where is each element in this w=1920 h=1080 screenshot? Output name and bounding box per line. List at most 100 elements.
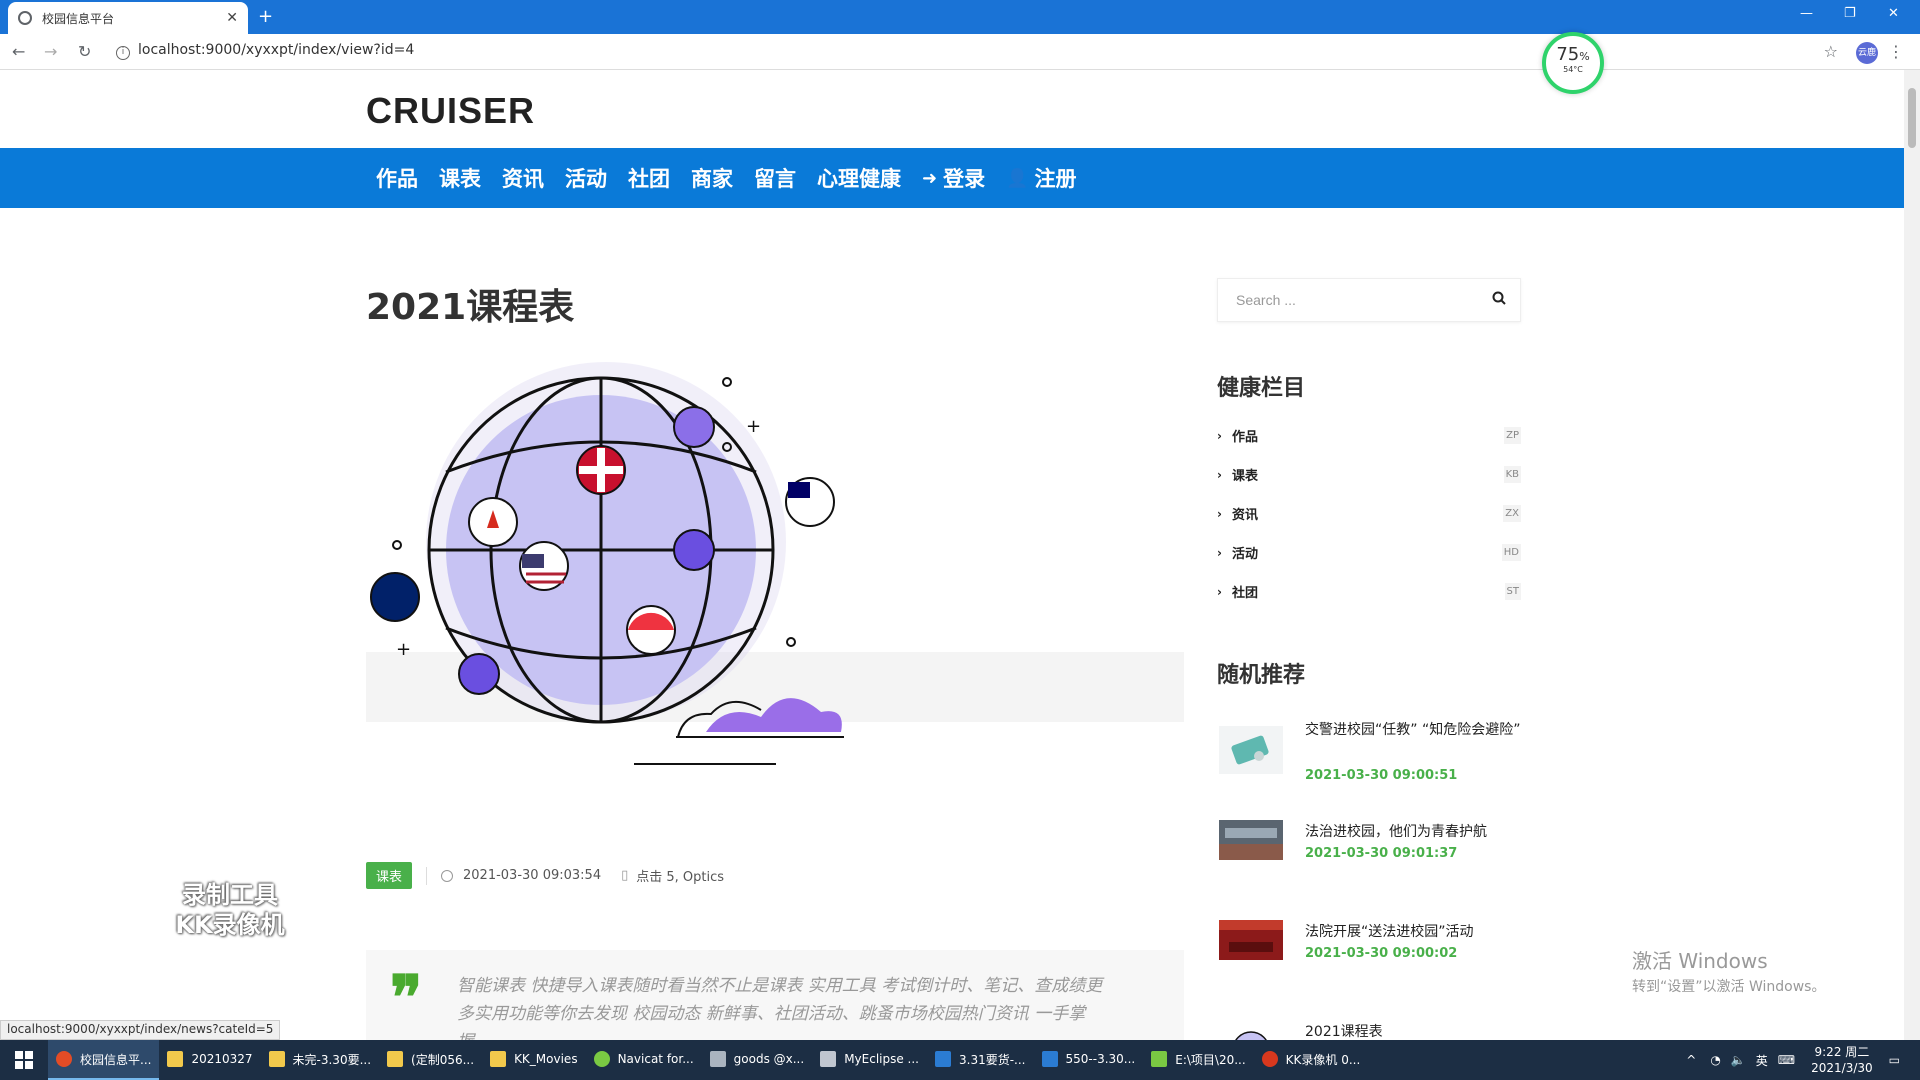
views-icon: ▯ <box>621 868 629 883</box>
taskbar-item-navicat[interactable]: Navicat for... <box>586 1040 702 1080</box>
nav-item-clubs[interactable]: 社团 <box>628 163 670 193</box>
chrome-icon <box>56 1051 72 1067</box>
category-item[interactable]: › 课表 KB <box>1217 455 1521 494</box>
activation-hint: 转到“设置”以激活 Windows。 <box>1632 979 1826 995</box>
profile-avatar[interactable]: 云鹿 <box>1856 42 1878 64</box>
link-status-bar: localhost:9000/xyxxpt/index/news?cateId=… <box>0 1020 281 1040</box>
taskbar-item-kk-recorder[interactable]: KK录像机 0... <box>1254 1040 1369 1080</box>
article-title: 2021课程表 <box>366 287 575 328</box>
bookmark-star-icon[interactable]: ☆ <box>1824 42 1838 61</box>
category-code: ST <box>1504 583 1521 600</box>
globe-illustration: + + <box>366 362 1184 765</box>
tray-expand-icon[interactable]: ^ <box>1686 1053 1696 1067</box>
info-icon[interactable]: i <box>116 46 130 60</box>
nav-label: 登录 <box>943 167 986 191</box>
kk-recorder-icon <box>1261 1051 1278 1067</box>
taskbar-item-word[interactable]: 3.31要货-... <box>927 1040 1034 1080</box>
category-item[interactable]: › 资讯 ZX <box>1217 494 1521 533</box>
windows-start-icon[interactable] <box>0 1040 48 1080</box>
browser-tab-strip: 校园信息平台 ✕ + — ❐ ✕ <box>0 0 1920 34</box>
svg-text:+: + <box>746 416 761 437</box>
new-tab-button[interactable]: + <box>258 6 273 27</box>
volume-icon[interactable]: 🔈 <box>1731 1053 1746 1067</box>
taskbar-item-chrome[interactable]: 校园信息平... <box>48 1040 160 1080</box>
taskbar-item-folder[interactable]: 20210327 <box>159 1040 260 1080</box>
scrollbar-thumb[interactable] <box>1908 88 1916 148</box>
taskbar-label: 20210327 <box>191 1052 253 1066</box>
search-box <box>1217 278 1521 322</box>
taskbar-label: 校园信息平... <box>80 1052 152 1067</box>
nav-item-works[interactable]: 作品 <box>376 163 418 193</box>
search-input[interactable] <box>1218 279 1478 321</box>
taskbar-item-word[interactable]: 550--3.30... <box>1034 1040 1144 1080</box>
quote-icon: ❞ <box>390 963 423 1033</box>
nav-item-mental-health[interactable]: 心理健康 <box>817 163 901 193</box>
taskbar-item-folder[interactable]: (定制056... <box>379 1040 482 1080</box>
back-icon[interactable]: ← <box>12 42 25 61</box>
nav-item-login[interactable]: ➜ 登录 <box>922 163 985 193</box>
menu-kebab-icon[interactable]: ⋮ <box>1888 42 1904 61</box>
ime-indicator[interactable]: 英 <box>1756 1052 1768 1069</box>
close-icon[interactable]: ✕ <box>226 10 238 26</box>
category-item[interactable]: › 作品 ZP <box>1217 416 1521 455</box>
category-code: ZP <box>1504 427 1521 444</box>
folder-icon <box>167 1051 184 1067</box>
site-logo[interactable]: CRUISER <box>366 90 535 132</box>
network-icon[interactable]: ◔ <box>1710 1053 1720 1067</box>
category-label: 课表 <box>1231 469 1258 484</box>
taskbar-label: 550--3.30... <box>1065 1052 1136 1066</box>
nav-item-news[interactable]: 资讯 <box>502 163 544 193</box>
url-field[interactable]: i localhost:9000/xyxxpt/index/view?id=4 <box>116 42 414 60</box>
notification-icon[interactable]: ▭ <box>1889 1053 1900 1067</box>
minimize-icon[interactable]: — <box>1800 6 1813 21</box>
keyboard-icon[interactable]: ⌨ <box>1778 1053 1795 1067</box>
nav-item-schedule[interactable]: 课表 <box>439 163 481 193</box>
taskbar-clock[interactable]: 9:22 周二 2021/3/30 <box>1811 1044 1873 1076</box>
category-label: 资讯 <box>1231 508 1258 523</box>
recommendation-title[interactable]: 交警进校园“任教” “知危险会避险” <box>1305 718 1521 742</box>
taskbar-item-folder[interactable]: 未完-3.30要... <box>261 1040 380 1080</box>
recommendation-title[interactable]: 法治进校园，他们为青春护航 <box>1305 820 1521 844</box>
category-badge[interactable]: 课表 <box>366 862 413 889</box>
recommendation-item[interactable]: 交警进校园“任教” “知危险会避险” 2021-03-30 09:00:51 <box>1217 718 1521 808</box>
recommendation-thumbnail[interactable] <box>1219 718 1283 774</box>
cpu-usage-widget: 75% 54°C <box>1542 32 1604 94</box>
myeclipse-icon <box>820 1051 837 1067</box>
nav-item-messages[interactable]: 留言 <box>754 163 796 193</box>
nav-item-merchants[interactable]: 商家 <box>691 163 733 193</box>
clock-date: 2021/3/30 <box>1811 1061 1873 1075</box>
cpu-temp: 54°C <box>1563 65 1583 74</box>
window-close-icon[interactable]: ✕ <box>1888 6 1899 21</box>
reload-icon[interactable]: ↻ <box>78 42 91 61</box>
taskbar-item-explorer[interactable]: E:\项目\20... <box>1143 1040 1253 1080</box>
forward-icon[interactable]: → <box>44 42 57 61</box>
recommendation-item[interactable]: 法治进校园，他们为青春护航 2021-03-30 09:01:37 <box>1217 820 1521 910</box>
taskbar-label: Navicat for... <box>617 1052 694 1066</box>
taskbar-item-goods[interactable]: goods @x... <box>702 1040 813 1080</box>
restore-icon[interactable]: ❐ <box>1844 6 1856 21</box>
recommendation-title[interactable]: 2021课程表 <box>1305 1020 1521 1040</box>
page-scrollbar[interactable] <box>1904 70 1920 1040</box>
taskbar-item-folder[interactable]: KK_Movies <box>482 1040 586 1080</box>
taskbar-item-myeclipse[interactable]: MyEclipse ... <box>812 1040 927 1080</box>
taskbar-label: KK_Movies <box>514 1052 578 1066</box>
recommendation-item[interactable]: 法院开展“送法进校园”活动 2021-03-30 09:00:02 <box>1217 920 1521 1010</box>
url-text: localhost:9000/xyxxpt/index/view?id=4 <box>138 42 415 58</box>
recommendation-thumbnail[interactable] <box>1219 920 1283 960</box>
nav-item-activities[interactable]: 活动 <box>565 163 607 193</box>
article-quote: ❞ 智能课表 快捷导入课表随时看当然不止是课表 实用工具 考试倒计时、笔记、查成… <box>366 950 1184 1040</box>
folder-icon <box>490 1051 507 1067</box>
browser-tab[interactable]: 校园信息平台 ✕ <box>8 2 248 34</box>
search-icon[interactable] <box>1492 291 1506 305</box>
category-item[interactable]: › 活动 HD <box>1217 533 1521 572</box>
recommendation-item[interactable]: 2021课程表 <box>1217 1020 1521 1040</box>
nav-label: 课表 <box>439 167 481 191</box>
taskbar-label: 未完-3.30要... <box>292 1052 372 1067</box>
taskbar-label: MyEclipse ... <box>844 1052 919 1066</box>
category-item[interactable]: › 社团 ST <box>1217 572 1521 611</box>
recommendation-thumbnail[interactable] <box>1219 820 1283 860</box>
watermark-line-1: 录制工具 <box>182 881 278 909</box>
recommendation-title[interactable]: 法院开展“送法进校园”活动 <box>1305 920 1521 944</box>
recommendation-thumbnail[interactable] <box>1219 1020 1283 1040</box>
nav-item-register[interactable]: 👤 注册 <box>1006 163 1076 193</box>
